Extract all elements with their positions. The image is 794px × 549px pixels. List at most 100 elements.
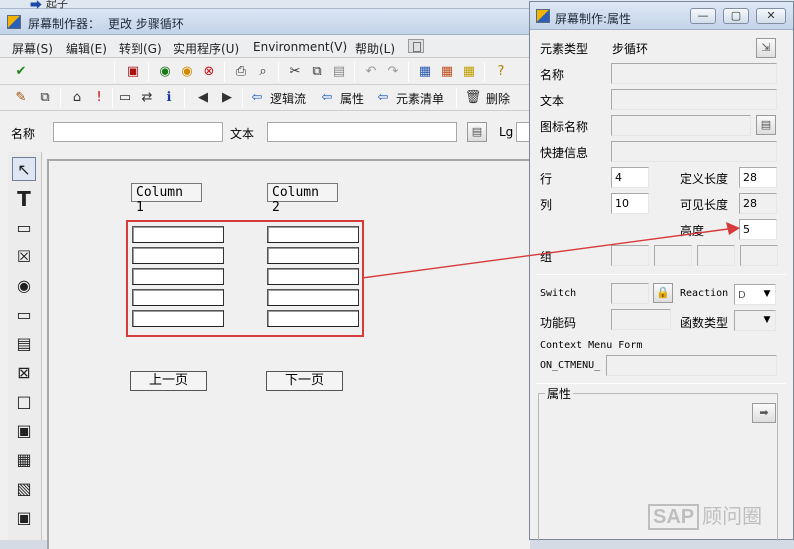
defined-length-field[interactable]: 28 xyxy=(739,167,777,188)
group-field-1[interactable] xyxy=(611,245,649,266)
edit-pencil-icon[interactable]: ✎ xyxy=(12,89,30,107)
element-list-button[interactable]: 元素清单 xyxy=(396,90,444,107)
menu-environment[interactable]: Environment(V) xyxy=(253,40,347,54)
group-field-4[interactable] xyxy=(740,245,778,266)
find-icon[interactable]: ⌕ xyxy=(254,63,272,81)
next-icon[interactable]: ▶ xyxy=(218,89,236,107)
element-type-label: 元素类型 xyxy=(540,42,589,56)
cut-icon[interactable]: ✂ xyxy=(286,63,304,81)
info-icon[interactable]: ℹ xyxy=(160,89,178,107)
text-input[interactable] xyxy=(267,122,457,142)
save-icon[interactable]: ▣ xyxy=(124,63,142,81)
close-icon[interactable]: ✕ xyxy=(756,8,786,24)
minimize-icon[interactable]: — xyxy=(690,8,716,24)
menu-utilities[interactable]: 实用程序(U) xyxy=(173,40,239,57)
pin-icon[interactable]: ǃ xyxy=(90,89,108,107)
next-page-button[interactable]: 下一页 xyxy=(266,371,343,391)
function-code-label: 功能码 xyxy=(540,316,577,330)
enter-check-icon[interactable]: ✔ xyxy=(12,63,30,81)
copy-icon[interactable]: ⧉ xyxy=(308,63,326,81)
row-field[interactable]: 4 xyxy=(611,167,649,188)
icon-name-field[interactable] xyxy=(611,115,751,136)
attributes-button[interactable]: 属性 xyxy=(340,90,364,107)
cancel-icon[interactable]: ⊗ xyxy=(200,63,218,81)
context-menu-field[interactable] xyxy=(606,355,777,376)
other-object-icon[interactable]: ⧉ xyxy=(36,89,54,107)
redo-icon[interactable]: ↷ xyxy=(384,63,402,81)
maximize-icon[interactable]: ▢ xyxy=(723,8,749,24)
switch-field[interactable] xyxy=(611,283,649,304)
flow-logic-button[interactable]: 逻辑流 xyxy=(270,90,306,107)
layout-canvas[interactable]: Column 1 Column 2 上一页 下一页 xyxy=(47,159,530,549)
menu-goto[interactable]: 转到(G) xyxy=(119,40,162,57)
pointer-tool-icon[interactable]: ↖ xyxy=(12,157,36,181)
layout-icon[interactable]: ▦ xyxy=(416,63,434,81)
text-icon-button[interactable]: ▤ xyxy=(467,122,487,142)
element-palette: ↖ T ▭ ☒ ◉ ▭ ▤ ⊠ □ ▣ ▦ ▧ ▣ xyxy=(8,152,42,540)
element-type-value: 步循环 xyxy=(612,42,649,56)
function-code-field[interactable] xyxy=(611,309,671,330)
subscreen-tool-icon[interactable]: ▣ xyxy=(12,419,36,443)
screen-painter-window: 屏幕制作器： 更改 步骤循环 屏幕(S) 编辑(E) 转到(G) 实用程序(U)… xyxy=(0,9,530,549)
application-toolbar: ✎ ⧉ ⌂ ǃ ▭ ⇄ ℹ ◀ ▶ ⇦ 逻辑流 ⇦ 属性 ⇦ 元素清单 🗑 删除 xyxy=(0,85,530,111)
graphics-icon[interactable]: ▦ xyxy=(460,63,478,81)
quickinfo-field[interactable] xyxy=(611,141,777,162)
menu-help[interactable]: 帮助(L) xyxy=(355,40,395,57)
pushbutton-tool-icon[interactable]: ▭ xyxy=(12,303,36,327)
help-icon[interactable]: ? xyxy=(492,63,510,81)
box-tool-icon[interactable]: □ xyxy=(12,390,36,414)
hierarchy-icon[interactable]: ⌂ xyxy=(68,89,86,107)
element-type-button[interactable]: ⇲ xyxy=(756,38,776,58)
paste-icon[interactable]: ▤ xyxy=(330,63,348,81)
menu-screen[interactable]: 屏幕(S) xyxy=(12,40,53,57)
prev-page-button[interactable]: 上一页 xyxy=(130,371,207,391)
arrow-right-icon[interactable]: ➡ xyxy=(752,403,776,423)
menu-edit[interactable]: 编辑(E) xyxy=(66,40,107,57)
input-field-tool-icon[interactable]: ▭ xyxy=(12,216,36,240)
undo-icon[interactable]: ↶ xyxy=(362,63,380,81)
dict-fields-icon[interactable]: ▭ xyxy=(116,89,134,107)
column-1-header[interactable]: Column 1 xyxy=(131,183,202,215)
separator xyxy=(536,274,786,275)
reaction-label: Reaction xyxy=(680,288,729,299)
reaction-value: D xyxy=(738,290,746,301)
text-tool-icon[interactable]: T xyxy=(12,187,36,211)
checkbox-tool-icon[interactable]: ☒ xyxy=(12,245,36,269)
custom-control-tool-icon[interactable]: ▣ xyxy=(12,506,36,530)
standard-toolbar: ✔ ▣ ◉ ◉ ⊗ ⎙ ⌕ ✂ ⧉ ▤ ↶ ↷ ▦ ▦ ▦ ? xyxy=(0,59,530,85)
icon-select-button[interactable]: ▤ xyxy=(756,115,776,135)
tabstrip-tool-icon[interactable]: ▤ xyxy=(12,332,36,356)
group-label: 组 xyxy=(540,250,553,264)
function-type-dropdown[interactable]: ▼ xyxy=(734,310,776,331)
reaction-dropdown[interactable]: D ▼ xyxy=(734,284,776,305)
name-input[interactable] xyxy=(53,122,223,142)
visible-length-field[interactable]: 28 xyxy=(739,193,777,214)
group-field-3[interactable] xyxy=(697,245,735,266)
table-wizard-icon[interactable]: ▧ xyxy=(12,477,36,501)
exit-icon[interactable]: ◉ xyxy=(178,63,196,81)
tabstrip-wizard-icon[interactable]: ⊠ xyxy=(12,361,36,385)
main-title: 屏幕制作器： xyxy=(28,17,101,31)
move-icon[interactable]: ⇄ xyxy=(138,89,156,107)
switch-lock-icon[interactable]: 🔒 xyxy=(653,283,673,303)
delete-button[interactable]: 删除 xyxy=(486,90,510,107)
menu-window-button[interactable] xyxy=(408,39,424,53)
column-2-header[interactable]: Column 2 xyxy=(267,183,338,215)
name-field[interactable] xyxy=(611,63,777,84)
print-icon[interactable]: ⎙ xyxy=(232,63,250,81)
previous-icon[interactable]: ◀ xyxy=(194,89,212,107)
app-icon xyxy=(7,15,21,29)
column-field[interactable]: 10 xyxy=(611,193,649,214)
name-label: 名称 xyxy=(11,127,36,141)
text-field[interactable] xyxy=(611,89,777,110)
flow-arrow-icon: ⇦ xyxy=(251,90,263,105)
table-control-tool-icon[interactable]: ▦ xyxy=(12,448,36,472)
lg-input[interactable] xyxy=(516,122,530,142)
menu-bar: 屏幕(S) 编辑(E) 转到(G) 实用程序(U) Environment(V)… xyxy=(0,36,530,58)
height-field[interactable]: 5 xyxy=(739,219,777,240)
back-icon[interactable]: ◉ xyxy=(156,63,174,81)
window-icon[interactable]: ▦ xyxy=(438,63,456,81)
group-field-2[interactable] xyxy=(654,245,692,266)
chevron-down-icon: ▼ xyxy=(763,289,771,299)
radio-button-tool-icon[interactable]: ◉ xyxy=(12,274,36,298)
